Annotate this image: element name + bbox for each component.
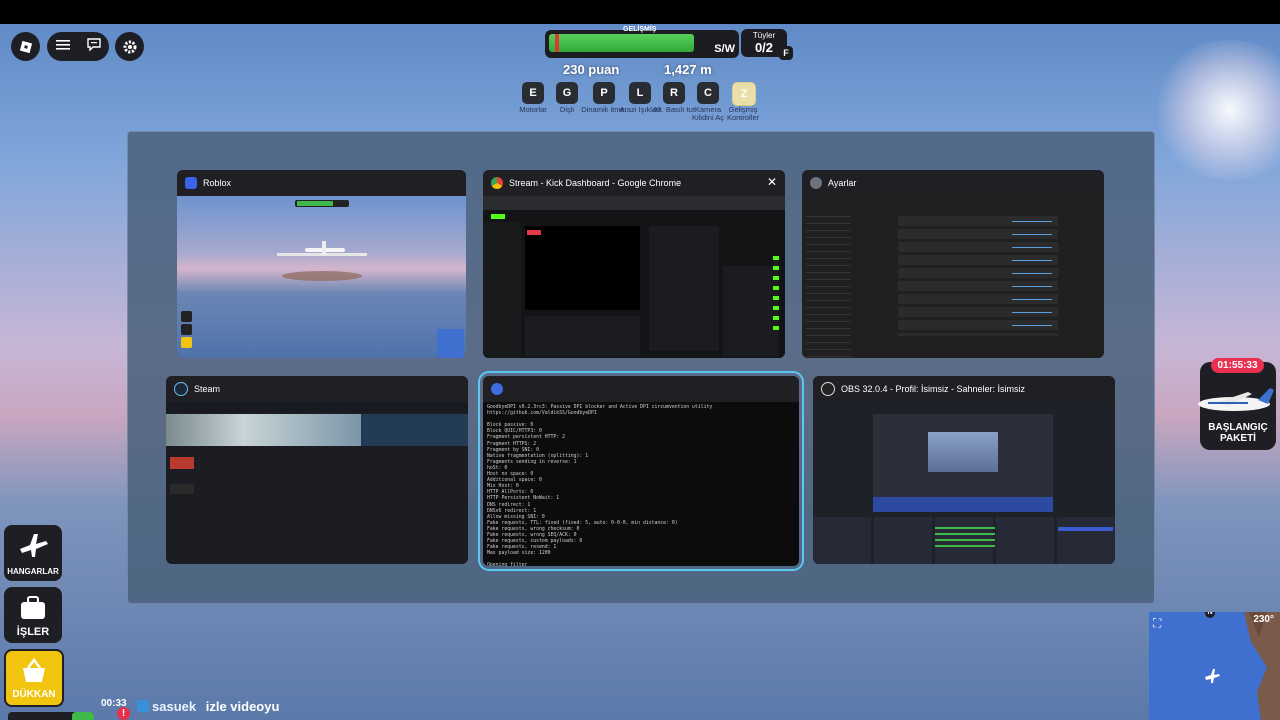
bottom-toggle-knob [72,712,94,720]
expand-icon[interactable]: ⛶ [1153,616,1161,631]
window-terminal[interactable]: GoodbyeDPI v0.2.3rc3: Passive DPI blocke… [478,371,804,571]
key-e[interactable]: E [522,82,544,104]
window-title-bar: Ayarlar [802,170,1104,196]
menu-chat-group [47,32,109,61]
roblox-icon [19,40,32,53]
starter-pack-label: BAŞLANGIÇ PAKETİ [1208,422,1268,444]
points-display: 230 puan [563,62,620,77]
top-black-bar [0,0,1280,24]
window-title: Steam [194,384,221,394]
chrome-icon [491,177,503,189]
key-p[interactable]: P [593,82,615,104]
jobs-button[interactable]: İŞLER [4,587,62,643]
terminal-icon [491,383,503,395]
chat-username: sasuek [152,699,197,714]
gear-icon [810,177,822,189]
sun-glow [1150,40,1280,180]
chat-icon[interactable] [86,37,101,56]
kick-thumbnail [483,196,785,358]
window-title-bar: Steam [166,376,468,402]
sw-label: S/W [714,43,735,55]
shop-label: DÜKKAN [12,689,56,700]
steam-icon [174,382,188,396]
heading-readout: 230° [1253,614,1274,625]
obs-icon [821,382,835,396]
distance-display: 1,427 m [664,62,712,77]
roblox-thumbnail [177,196,466,358]
settings-thumbnail [802,196,1104,358]
feathers-label: Tüyler [752,31,776,40]
engine-progress-bar: GELİŞMİŞ S/W [545,26,739,58]
minimap[interactable]: ⛶ N 230° [1149,612,1280,720]
starter-pack-offer[interactable]: BAŞLANGIÇ PAKETİ [1198,362,1276,450]
gear-icon [123,40,136,53]
key-l[interactable]: L [629,82,651,104]
window-title: Roblox [203,178,232,188]
basket-icon [23,657,45,682]
roblox-logo-button[interactable] [11,32,40,61]
window-title-bar: OBS 32.0.4 - Profil: İsimsiz - Sahneler:… [813,376,1115,402]
key-c[interactable]: C [697,82,719,104]
chat-avatar [137,700,149,712]
progress-marker [555,34,559,52]
window-obs[interactable]: OBS 32.0.4 - Profil: İsimsiz - Sahneler:… [813,376,1115,564]
player-plane-icon [1205,669,1220,683]
shop-button[interactable]: DÜKKAN [4,649,64,707]
progress-label: GELİŞMİŞ [623,26,657,33]
terminal-thumbnail: GoodbyeDPI v0.2.3rc3: Passive DPI blocke… [483,402,799,566]
minimap-terrain [1244,612,1280,720]
settings-button[interactable] [115,32,144,61]
airplane-icon [20,534,48,557]
key-g[interactable]: G [556,82,578,104]
window-steam[interactable]: Steam [166,376,468,564]
offer-timer: 01:55:33 [1211,358,1264,373]
window-title: Ayarlar [828,178,857,188]
menu-icon[interactable] [55,38,70,56]
window-roblox[interactable]: Roblox [177,170,466,358]
jobs-label: İŞLER [16,626,50,638]
window-title: OBS 32.0.4 - Profil: İsimsiz - Sahneler:… [841,384,1026,394]
chat-text: izle videoyu [205,699,280,714]
hangars-button[interactable]: HANGARLAR [4,525,62,581]
progress-fill [549,34,694,52]
key-z[interactable]: Z [732,82,756,106]
window-settings[interactable]: Ayarlar [802,170,1104,358]
roblox-icon [185,177,197,189]
window-title-bar [483,376,799,402]
feathers-key: F [779,46,793,60]
window-title: Stream - Kick Dashboard - Google Chrome [509,178,682,188]
window-title-bar: Roblox [177,170,466,196]
steam-thumbnail [166,402,468,564]
window-chrome-kick[interactable]: Stream - Kick Dashboard - Google Chrome … [483,170,785,358]
chat-message: sasuek izle videoyu [152,699,279,714]
terminal-output: GoodbyeDPI v0.2.3rc3: Passive DPI blocke… [487,405,713,566]
briefcase-icon [21,596,45,619]
airplane-icon [1198,388,1274,411]
key-r[interactable]: R [663,82,685,104]
window-title-bar: Stream - Kick Dashboard - Google Chrome [483,170,785,196]
close-icon[interactable]: ✕ [767,175,777,189]
hangars-label: HANGARLAR [7,567,59,576]
alert-icon: ! [117,707,130,720]
key-label-z: Gelişmiş Kontroller [726,105,760,122]
obs-thumbnail [813,402,1115,564]
